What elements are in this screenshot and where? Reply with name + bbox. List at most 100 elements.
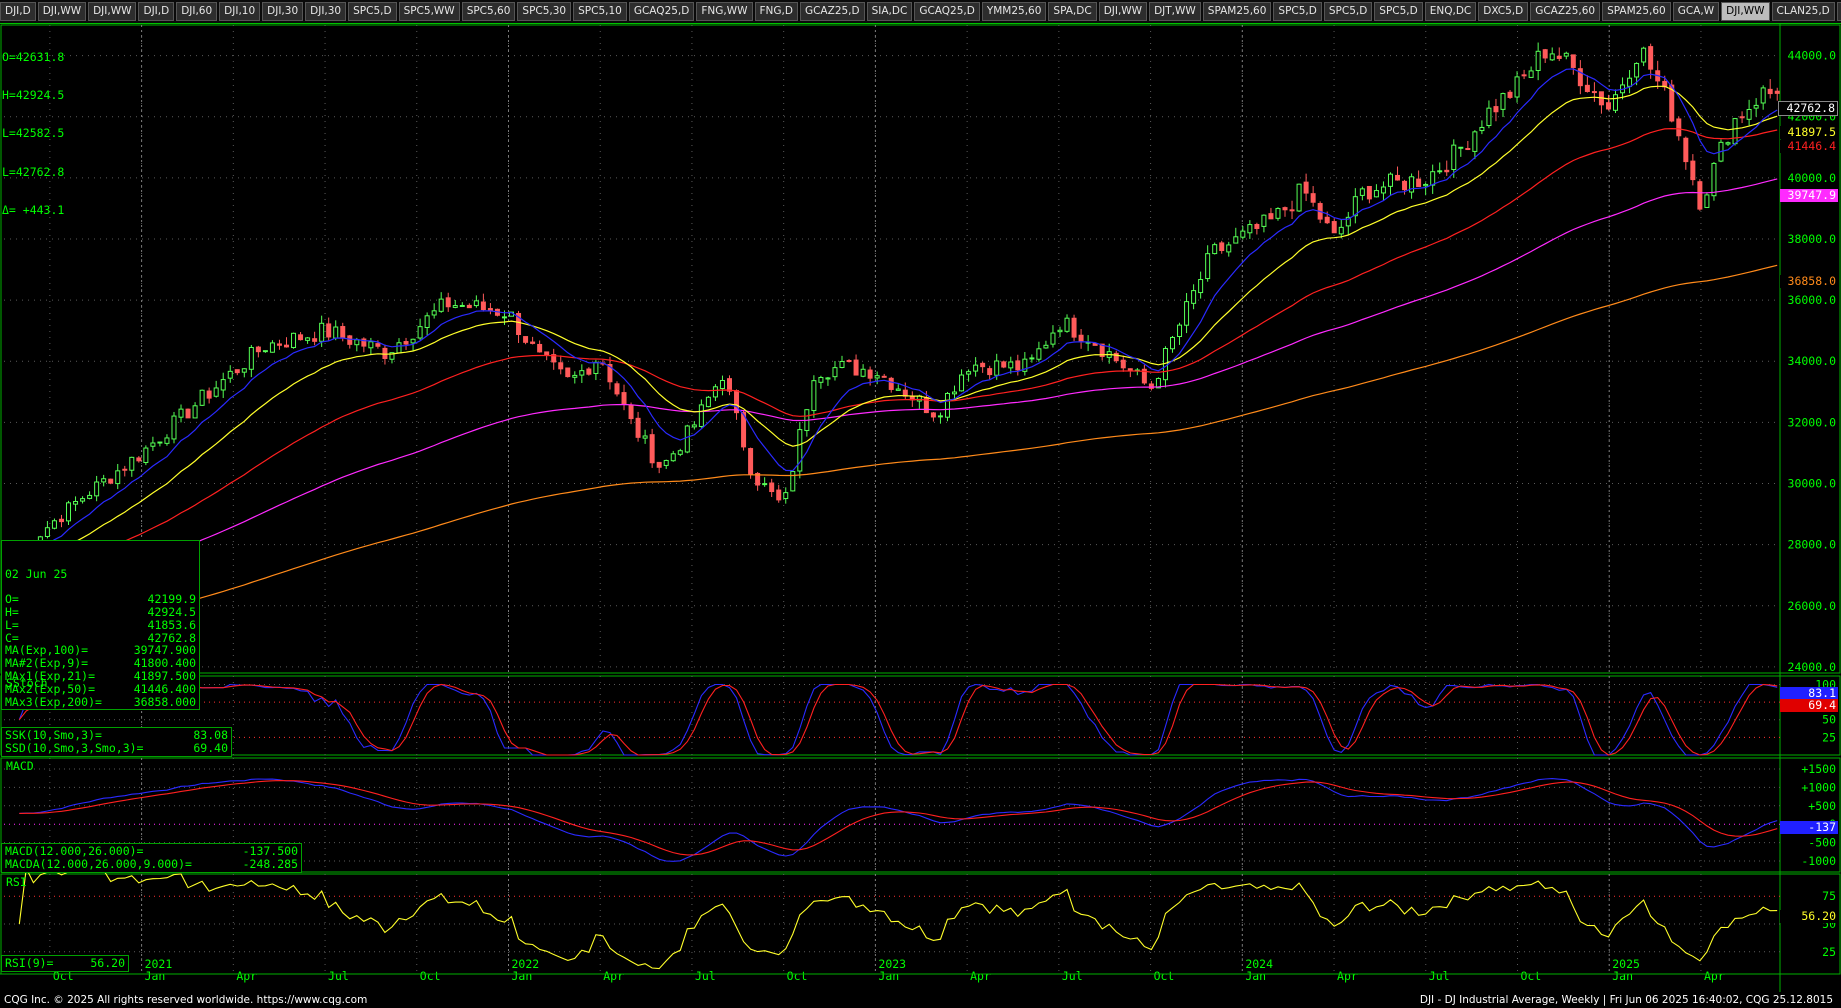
candle-body bbox=[572, 374, 578, 378]
chart-tab[interactable]: SPC5,WW bbox=[398, 2, 460, 21]
info-label: H= bbox=[5, 604, 19, 619]
chart-tab[interactable]: GCAZ25,60 bbox=[1530, 2, 1601, 21]
chart-tab[interactable]: DJT,WW bbox=[1149, 2, 1201, 21]
candle-body bbox=[853, 359, 859, 376]
candle-body bbox=[888, 377, 894, 390]
candle-body bbox=[1605, 102, 1611, 110]
info-label: MAx3(Exp,200)= bbox=[5, 694, 102, 709]
chart-tab[interactable]: SIA,DC bbox=[866, 2, 913, 21]
candle-body bbox=[234, 369, 240, 374]
open-readout: O=42631.8 bbox=[2, 49, 65, 64]
ema50-line bbox=[19, 127, 1778, 575]
chart-tab[interactable]: SPA,DC bbox=[1048, 2, 1097, 21]
ema100-price-label: 39747.9 bbox=[1780, 189, 1838, 202]
candle-body bbox=[1402, 180, 1408, 191]
candle-body bbox=[1591, 91, 1597, 94]
candle-body bbox=[874, 375, 880, 379]
candle-body bbox=[1739, 116, 1745, 119]
year-tick-label: 2021 bbox=[145, 957, 173, 971]
candle-body bbox=[122, 468, 128, 471]
candle-body bbox=[670, 453, 676, 462]
price-tick-label: 28000.0 bbox=[1788, 538, 1837, 552]
chart-tab[interactable]: DJI,30 bbox=[262, 2, 304, 21]
rsi-tick-label: 75 bbox=[1822, 889, 1836, 903]
month-tick-label: Apr bbox=[970, 969, 991, 983]
chart-tab[interactable]: SPC5,D bbox=[1273, 2, 1322, 21]
candle-body bbox=[621, 392, 627, 405]
info-row: RSI(9)= 56.20 bbox=[5, 957, 125, 970]
candle-body bbox=[1753, 104, 1759, 109]
close-price-label: 42762.8 bbox=[1778, 101, 1838, 116]
candle-body bbox=[227, 370, 233, 379]
chart-tab[interactable]: DJI,WW bbox=[37, 2, 87, 21]
candle-body bbox=[1289, 209, 1295, 212]
chart-tab[interactable]: DJI,D bbox=[0, 2, 36, 21]
candle-body bbox=[839, 360, 845, 368]
info-label: SSK(10,Smo,3)= bbox=[5, 728, 102, 742]
chart-tab[interactable]: SPC5,D bbox=[348, 2, 397, 21]
candle-body bbox=[1296, 183, 1302, 212]
candle-body bbox=[1648, 46, 1654, 70]
chart-tab[interactable]: SPAM25,60 bbox=[1602, 2, 1671, 21]
chart-tab[interactable]: DJI,30 bbox=[305, 2, 347, 21]
candle-body bbox=[1472, 131, 1478, 152]
chart-tab[interactable]: DXC5,D bbox=[1478, 2, 1529, 21]
candle-body bbox=[1704, 194, 1710, 208]
candle-body bbox=[1395, 174, 1401, 181]
info-value: 41853.6 bbox=[147, 617, 196, 632]
candle-body bbox=[1479, 126, 1485, 132]
chart-tab[interactable]: DJI,60 bbox=[176, 2, 218, 21]
candle-body bbox=[213, 387, 219, 397]
chart-tab[interactable]: SPC5,60 bbox=[461, 2, 516, 21]
candle-body bbox=[44, 527, 50, 538]
info-label: MACDA(12.000,26.000,9.000)= bbox=[5, 856, 192, 871]
chart-tab[interactable]: YMM25,60 bbox=[981, 2, 1047, 21]
price-tick-label: 24000.0 bbox=[1788, 660, 1837, 674]
candle-body bbox=[255, 346, 261, 353]
candle-body bbox=[445, 297, 451, 308]
candle-body bbox=[192, 405, 198, 419]
ssd-line bbox=[18, 683, 1778, 756]
candle-body bbox=[1064, 317, 1070, 332]
candle-body bbox=[1240, 230, 1246, 238]
chart-tab[interactable]: SPC5,30 bbox=[517, 2, 572, 21]
chart-tab[interactable]: GCA,W bbox=[1672, 2, 1720, 21]
chart-tab[interactable]: FNG,WW bbox=[696, 2, 753, 21]
candle-body bbox=[143, 447, 149, 464]
chart-tab[interactable]: FNG,D bbox=[754, 2, 798, 21]
chart-tab[interactable]: + bbox=[1836, 2, 1841, 21]
candle-body bbox=[825, 377, 831, 380]
chart-tab[interactable]: SPC5,10 bbox=[573, 2, 627, 21]
chart-tab[interactable]: DJI,D bbox=[138, 2, 175, 21]
candle-body bbox=[283, 344, 289, 348]
chart-tab[interactable]: SPC5,D bbox=[1323, 2, 1373, 21]
candle-body bbox=[417, 326, 423, 339]
candle-body bbox=[1542, 49, 1548, 59]
candle-body bbox=[1493, 106, 1499, 113]
chart-tab[interactable]: GCAZ25,D bbox=[799, 2, 865, 21]
candle-body bbox=[1233, 236, 1239, 244]
chart-tab[interactable]: DJI,10 bbox=[219, 2, 261, 21]
chart-tab[interactable]: GCAQ25,D bbox=[628, 2, 695, 21]
price-tick-label: 36000.0 bbox=[1788, 293, 1837, 307]
pane-frame-price bbox=[0, 24, 1841, 674]
candle-body bbox=[959, 374, 965, 392]
chart-tab[interactable]: GCAQ25,D bbox=[914, 2, 980, 21]
candle-body bbox=[1676, 118, 1682, 137]
macd-info-box: MACD(12.000,26.000)= -137.500 MACDA(12.000… bbox=[1, 843, 302, 873]
chart-tab[interactable]: SPC5,D bbox=[1374, 2, 1423, 21]
chart-tab[interactable]: ENQ,DC bbox=[1424, 2, 1477, 21]
candle-body bbox=[1725, 142, 1731, 145]
chart-tab[interactable]: DJI,WW bbox=[88, 2, 137, 21]
chart-tab[interactable]: DJI,WW bbox=[1721, 2, 1770, 21]
copyright-text: CQG Inc. © 2025 All rights reserved worl… bbox=[4, 994, 368, 1006]
ssd-value-label: 69.4 bbox=[1780, 699, 1838, 712]
chart-tab[interactable]: DJI,WW bbox=[1098, 2, 1148, 21]
candle-body bbox=[1507, 91, 1513, 98]
candle-body bbox=[663, 459, 669, 466]
candle-body bbox=[87, 494, 93, 499]
chart-tab[interactable]: SPAM25,60 bbox=[1202, 2, 1272, 21]
chart-tab[interactable]: CLAN25,D bbox=[1771, 2, 1835, 21]
price-tick-label: 30000.0 bbox=[1788, 476, 1837, 490]
candle-body bbox=[298, 334, 304, 341]
